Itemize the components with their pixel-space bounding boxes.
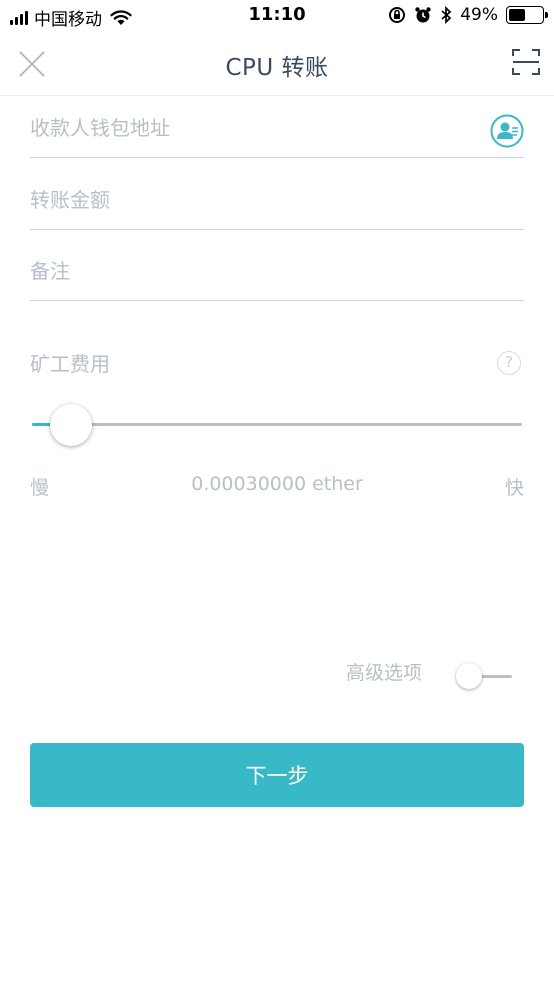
toggle-thumb	[456, 663, 482, 689]
fee-slider-track	[32, 423, 522, 426]
fee-slider[interactable]	[32, 404, 522, 446]
battery-icon	[506, 6, 548, 24]
advanced-options-label: 高级选项	[346, 662, 423, 684]
address-field	[30, 96, 524, 158]
amount-input[interactable]	[30, 188, 470, 212]
bluetooth-icon	[441, 6, 452, 24]
fee-label: 矿工费用	[30, 352, 110, 376]
advanced-options-toggle[interactable]	[456, 663, 514, 689]
amount-field	[30, 168, 524, 230]
fee-value: 0.00030000 ether	[191, 473, 363, 495]
rotation-lock-icon	[389, 7, 406, 23]
address-input[interactable]	[30, 116, 470, 140]
speed-fast-label: 快	[504, 477, 524, 499]
battery-fill	[509, 9, 525, 21]
battery-percent: 49%	[460, 5, 498, 25]
fee-slider-thumb[interactable]	[50, 404, 93, 446]
memo-input[interactable]	[30, 259, 470, 283]
next-button[interactable]: 下一步	[30, 743, 524, 807]
status-bar: 中国移动 11:10 49%	[0, 0, 554, 32]
fee-speed-row: 慢 0.00030000 ether 快	[30, 473, 524, 501]
contact-book-icon[interactable]	[490, 114, 524, 148]
page-title: CPU 转账	[225, 55, 329, 81]
question-icon[interactable]: ?	[497, 351, 521, 375]
memo-field	[30, 240, 524, 301]
scan-icon[interactable]	[512, 48, 540, 76]
alarm-icon	[415, 7, 431, 23]
status-bar-right: 49%	[388, 5, 548, 25]
nav-bar: CPU 转账	[0, 32, 554, 96]
